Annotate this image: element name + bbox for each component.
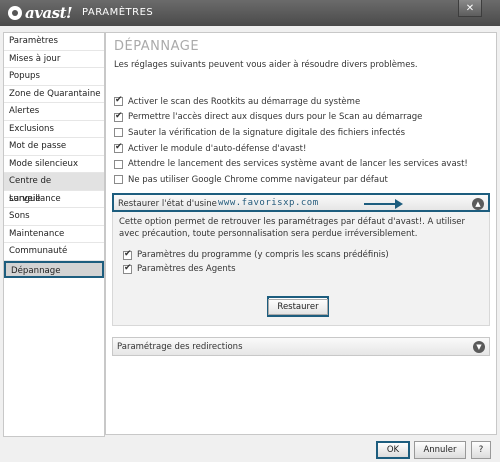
sidebar-item-mot-de-passe[interactable]: Mot de passe	[4, 138, 104, 156]
titlebar: avast! PARAMÈTRES ✕	[0, 0, 500, 26]
section-header-label: Paramétrage des redirections	[117, 342, 243, 352]
restore-section-header[interactable]: Restaurer l'état d'usine www.favorisxp.c…	[112, 193, 490, 212]
chevron-up-icon[interactable]: ▲	[472, 198, 484, 210]
troubleshoot-options: Activer le scan des Rootkits au démarrag…	[114, 94, 468, 188]
option-agent-settings[interactable]: Paramètres des Agents	[123, 262, 389, 276]
dialog-footer: OK Annuler ?	[0, 437, 500, 462]
redirect-section-header[interactable]: Paramétrage des redirections ▼	[112, 337, 490, 356]
sidebar-item-mode-silencieux[interactable]: Mode silencieux	[4, 156, 104, 173]
annotation-arrow-head	[395, 199, 403, 209]
main-panel: DÉPANNAGE Les réglages suivants peuvent …	[105, 32, 497, 435]
checkbox[interactable]	[114, 175, 123, 185]
checkbox[interactable]	[114, 128, 123, 138]
section-header-label: Restaurer l'état d'usine	[118, 199, 217, 209]
option-label: Activer le scan des Rootkits au démarrag…	[128, 96, 361, 107]
option-label: Sauter la vérification de la signature d…	[128, 127, 406, 138]
sidebar-item-mises-a-jour[interactable]: Mises à jour	[4, 51, 104, 68]
page-description: Les réglages suivants peuvent vous aider…	[114, 60, 418, 70]
restore-button[interactable]: Restaurer	[268, 298, 328, 315]
option-program-settings[interactable]: Paramètres du programme (y compris les s…	[123, 248, 389, 262]
option-label: Paramètres des Agents	[137, 264, 236, 274]
sidebar-item-maintenance[interactable]: Maintenance	[4, 226, 104, 243]
option-no-chrome-default[interactable]: Ne pas utiliser Google Chrome comme navi…	[114, 172, 468, 188]
sidebar-nav: Paramètres Mises à jour Popups Zone de Q…	[3, 32, 105, 437]
sidebar-item-alertes[interactable]: Alertes	[4, 103, 104, 121]
restore-options: Paramètres du programme (y compris les s…	[123, 248, 389, 276]
avast-logo-icon	[8, 6, 22, 20]
restore-button-highlight: Restaurer	[267, 296, 329, 317]
avast-logo: avast!	[8, 4, 73, 22]
option-label: Paramètres du programme (y compris les s…	[137, 250, 389, 260]
checkbox[interactable]	[114, 159, 123, 169]
option-label: Activer le module d'auto-défense d'avast…	[128, 143, 307, 154]
option-direct-disk-access[interactable]: Permettre l'accès direct aux disques dur…	[114, 110, 468, 126]
option-label: Ne pas utiliser Google Chrome comme navi…	[128, 174, 388, 185]
ok-button[interactable]: OK	[376, 441, 410, 459]
sidebar-item-quarantaine[interactable]: Zone de Quarantaine	[4, 86, 104, 103]
restore-section-body: Cette option permet de retrouver les par…	[112, 212, 490, 326]
sidebar-item-sons[interactable]: Sons	[4, 208, 104, 226]
sidebar-item-popups[interactable]: Popups	[4, 68, 104, 86]
option-wait-system-services[interactable]: Attendre le lancement des services systè…	[114, 156, 468, 172]
help-button[interactable]: ?	[471, 441, 491, 459]
settings-window: avast! PARAMÈTRES ✕ Paramètres Mises à j…	[0, 0, 500, 462]
page-title: DÉPANNAGE	[114, 39, 200, 54]
checkbox[interactable]	[123, 249, 132, 260]
checkbox[interactable]	[114, 111, 123, 122]
restore-description: Cette option permet de retrouver les par…	[119, 217, 466, 239]
chevron-down-icon[interactable]: ▼	[473, 341, 485, 353]
window-title: PARAMÈTRES	[82, 7, 154, 18]
close-button[interactable]: ✕	[458, 0, 482, 17]
close-icon: ✕	[465, 2, 475, 14]
option-rootkit-scan[interactable]: Activer le scan des Rootkits au démarrag…	[114, 94, 468, 110]
checkbox[interactable]	[114, 142, 123, 154]
checkbox[interactable]	[114, 95, 123, 107]
annotation-arrow	[364, 203, 396, 205]
sidebar-item-parametres[interactable]: Paramètres	[4, 33, 104, 51]
sidebar-item-exclusions[interactable]: Exclusions	[4, 121, 104, 138]
watermark-text: www.favorisxp.com	[218, 198, 319, 208]
sidebar-item-depannage[interactable]: Dépannage	[4, 260, 104, 278]
sidebar-item-communaute[interactable]: Communauté	[4, 243, 104, 261]
option-self-defense[interactable]: Activer le module d'auto-défense d'avast…	[114, 141, 468, 157]
sidebar-item-centre-surveillance[interactable]: Centre de surveillance	[4, 173, 104, 204]
option-label: Attendre le lancement des services systè…	[128, 159, 468, 170]
option-label: Permettre l'accès direct aux disques dur…	[128, 112, 423, 123]
option-skip-signature-check[interactable]: Sauter la vérification de la signature d…	[114, 125, 468, 141]
cancel-button[interactable]: Annuler	[414, 441, 466, 459]
brand-name: avast!	[25, 4, 73, 22]
checkbox[interactable]	[123, 263, 132, 274]
